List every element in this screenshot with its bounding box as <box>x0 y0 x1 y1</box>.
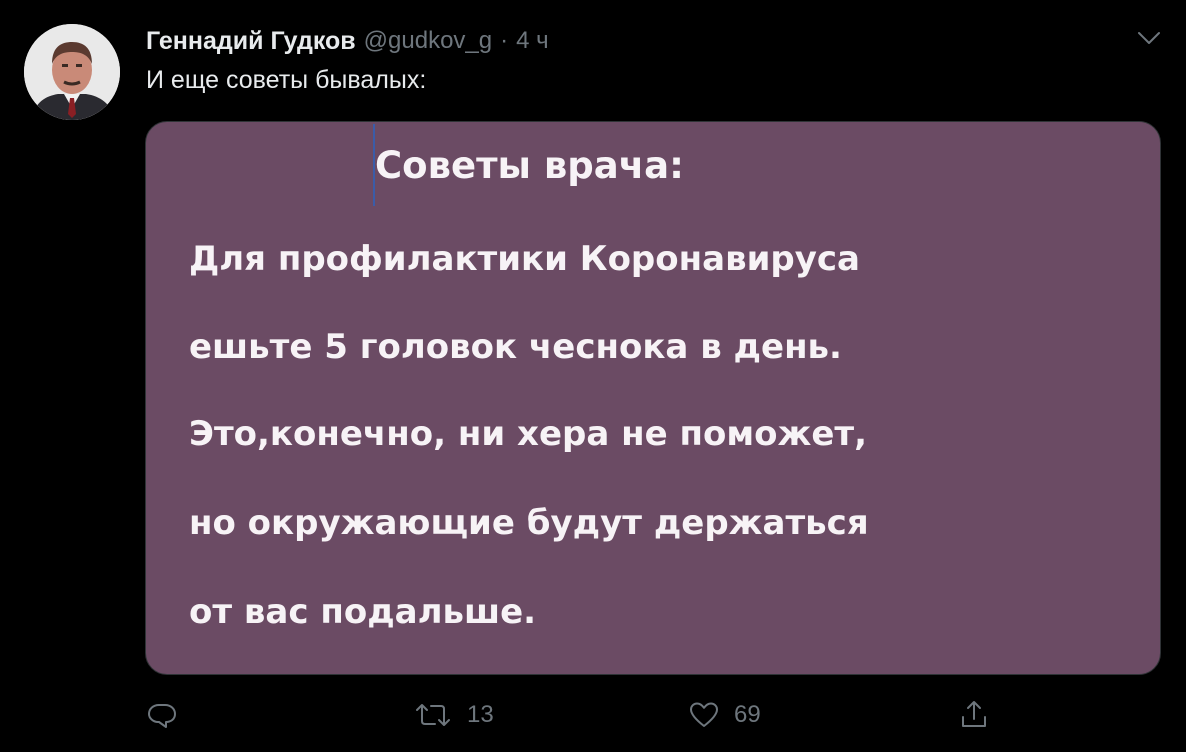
avatar[interactable] <box>24 24 120 120</box>
share-icon <box>962 701 986 727</box>
author-name[interactable]: Геннадий Гудков <box>146 27 356 56</box>
author-handle[interactable]: @gudkov_g <box>364 27 492 55</box>
reply-icon <box>148 704 176 728</box>
tweet-actions: 13 69 <box>0 690 1186 740</box>
chevron-down-icon[interactable] <box>1136 28 1162 48</box>
tweet-timestamp[interactable]: 4 ч <box>516 27 549 55</box>
like-count: 69 <box>734 701 761 728</box>
avatar-photo-icon <box>24 24 120 120</box>
heart-icon <box>690 702 718 727</box>
reply-button[interactable] <box>146 690 178 740</box>
media-line: Это,конечно, ни хера не поможет, <box>189 414 868 454</box>
media-line: ешьте 5 головок чеснока в день. <box>189 327 842 367</box>
retweet-button[interactable]: 13 <box>413 690 494 740</box>
media-line: Для профилактики Коронавируса <box>189 239 861 279</box>
tweet-media-image[interactable]: Советы врача: Для профилактики Коронавир… <box>145 121 1161 675</box>
retweet-icon <box>416 704 450 726</box>
tweet-header: Геннадий Гудков @gudkov_g · 4 ч <box>146 26 549 56</box>
share-button[interactable] <box>958 690 990 740</box>
like-button[interactable]: 69 <box>688 690 761 740</box>
retweet-count: 13 <box>467 701 494 728</box>
tweet: Геннадий Гудков @gudkov_g · 4 ч И еще со… <box>0 0 1186 752</box>
separator-dot: · <box>500 27 509 54</box>
media-title: Советы врача: <box>375 144 684 187</box>
tweet-text: И еще советы бывалых: <box>146 66 427 94</box>
media-line: но окружающие будут держаться <box>189 503 869 543</box>
media-line: от вас подальше. <box>189 592 537 632</box>
